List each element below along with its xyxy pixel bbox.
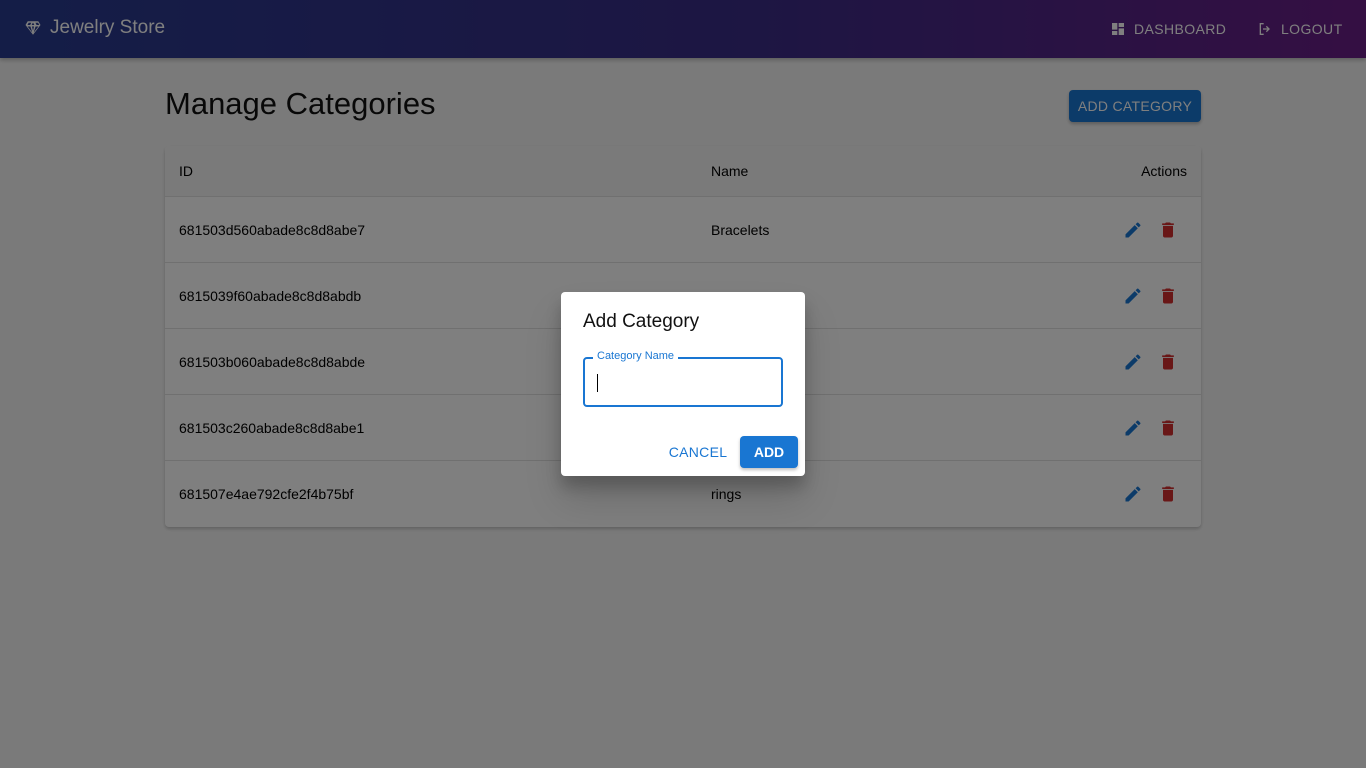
add-button[interactable]: ADD bbox=[740, 436, 798, 468]
category-name-input[interactable] bbox=[595, 371, 771, 393]
cancel-button[interactable]: CANCEL bbox=[666, 436, 730, 468]
add-category-dialog: Add Category Category Name CANCEL ADD bbox=[561, 292, 805, 476]
dialog-title: Add Category bbox=[583, 311, 700, 332]
text-caret bbox=[597, 374, 598, 392]
category-name-field: Category Name bbox=[583, 350, 783, 407]
category-name-label: Category Name bbox=[593, 350, 679, 362]
